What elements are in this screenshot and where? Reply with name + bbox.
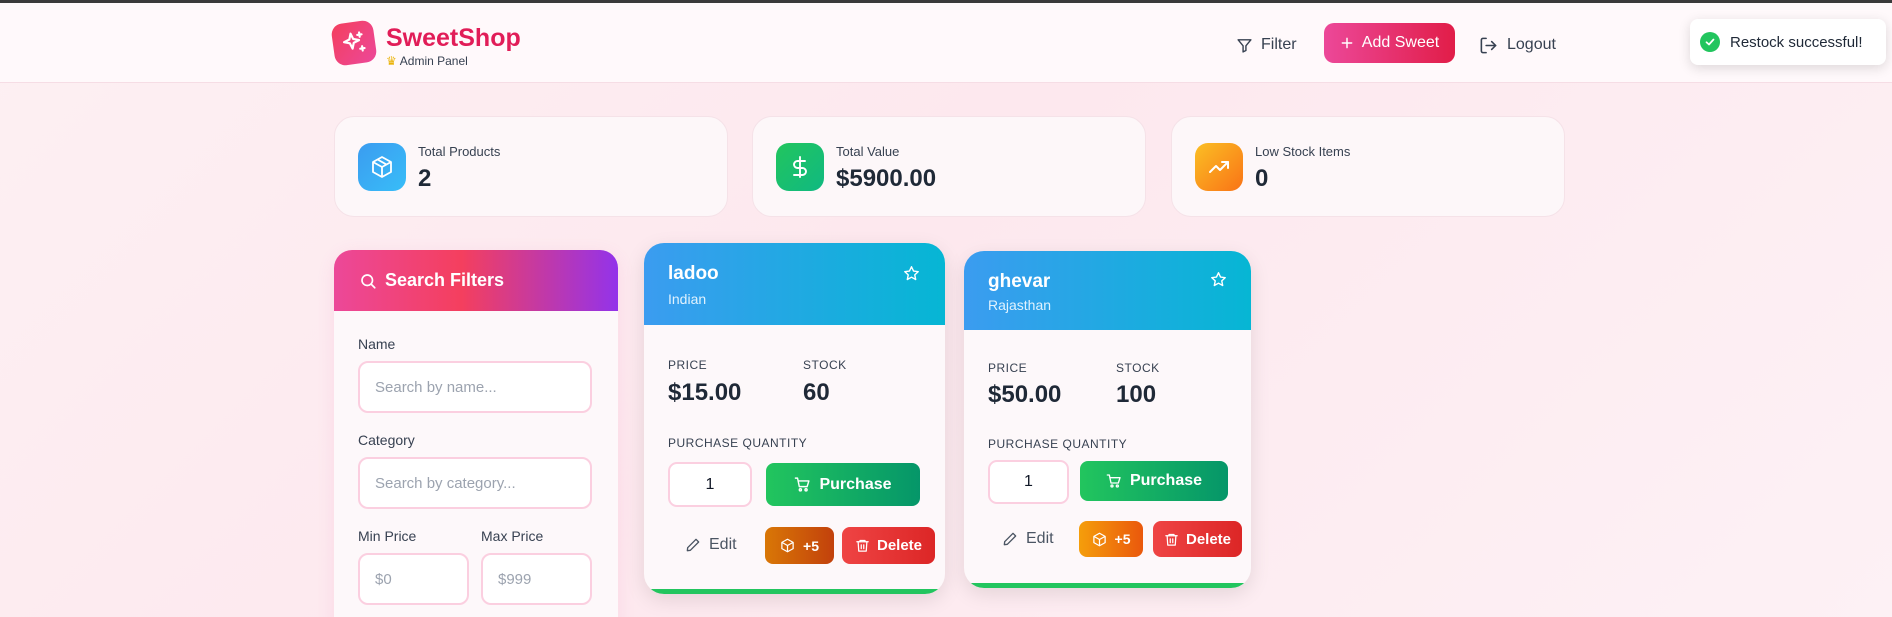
trash-icon [856, 539, 869, 552]
search-filters-panel: Search Filters Name Category Min Price M… [334, 250, 618, 617]
logout-button[interactable]: Logout [1479, 32, 1556, 58]
search-icon [361, 273, 376, 289]
category-search-input[interactable] [358, 457, 592, 509]
product-card: ghevar Rajasthan PRICE $50.00 STOCK 100 … [964, 251, 1251, 588]
stat-card-total-products: Total Products 2 [334, 116, 728, 217]
restock-button[interactable]: +5 [765, 527, 834, 564]
product-price: $15.00 [668, 379, 742, 406]
product-card-header: ghevar Rajasthan [964, 251, 1251, 330]
search-filters-title: Search Filters [385, 270, 505, 290]
toast-message: Restock successful! [1730, 33, 1863, 51]
purchase-label: Purchase [1129, 472, 1203, 489]
product-stock: 100 [1116, 381, 1157, 408]
filter-nav-button[interactable]: Filter [1236, 32, 1297, 58]
restock-label: +5 [803, 537, 819, 554]
delete-button[interactable]: Delete [842, 527, 935, 564]
stat-value: 2 [418, 165, 432, 192]
product-category: Rajasthan [988, 297, 1052, 313]
card-stock-bar [644, 589, 945, 594]
product-stock: 60 [803, 379, 830, 406]
category-filter-label: Category [358, 432, 415, 448]
product-name: ladoo [668, 263, 719, 284]
add-sweet-button[interactable]: Add Sweet [1324, 23, 1455, 63]
delete-button[interactable]: Delete [1153, 521, 1242, 557]
favorite-star-icon[interactable] [903, 265, 920, 282]
stat-label: Total Products [418, 144, 501, 159]
package-icon [1092, 532, 1106, 546]
stock-caption: STOCK [803, 358, 847, 372]
app-header: SweetShop ♛ Admin Panel Filter Add Sweet… [0, 3, 1892, 83]
restock-button[interactable]: +5 [1079, 521, 1143, 557]
crown-icon: ♛ [386, 54, 397, 68]
purchase-button[interactable]: Purchase [1080, 461, 1228, 501]
stat-value: $5900.00 [836, 165, 937, 192]
package-icon [781, 538, 794, 553]
brand-subtitle: ♛ Admin Panel [386, 54, 468, 68]
stat-value: 0 [1255, 165, 1269, 192]
add-sweet-label: Add Sweet [1361, 34, 1440, 51]
filter-nav-label: Filter [1261, 36, 1297, 53]
stat-card-total-value: Total Value $5900.00 [752, 116, 1146, 217]
trending-up-icon [1195, 143, 1243, 191]
pencil-icon [686, 538, 700, 552]
toast-notification: Restock successful! [1690, 19, 1886, 65]
search-filters-header: Search Filters [334, 250, 618, 311]
trash-icon [1165, 533, 1178, 546]
product-card: ladoo Indian PRICE $15.00 STOCK 60 PURCH… [644, 243, 945, 594]
quantity-input[interactable] [988, 460, 1069, 504]
max-price-input[interactable] [481, 553, 592, 605]
cube-icon [358, 143, 406, 191]
product-category: Indian [668, 291, 707, 307]
card-stock-bar [964, 583, 1251, 588]
stat-label: Low Stock Items [1255, 144, 1351, 159]
cart-icon [795, 477, 811, 492]
plus-icon [1341, 37, 1353, 49]
price-caption: PRICE [668, 358, 708, 372]
edit-label: Edit [1026, 530, 1054, 547]
stat-card-low-stock: Low Stock Items 0 [1171, 116, 1565, 217]
delete-label: Delete [876, 537, 923, 554]
cart-icon [1106, 474, 1121, 488]
product-name: ghevar [988, 271, 1051, 292]
edit-button[interactable]: Edit [1002, 530, 1054, 548]
admin-panel-label: Admin Panel [399, 54, 468, 68]
edit-button[interactable]: Edit [685, 536, 737, 554]
dollar-icon [776, 143, 824, 191]
min-price-input[interactable] [358, 553, 469, 605]
check-circle-icon [1700, 32, 1720, 52]
logout-icon [1480, 37, 1497, 53]
stock-caption: STOCK [1116, 361, 1160, 375]
logout-label: Logout [1507, 36, 1556, 53]
restock-label: +5 [1114, 531, 1131, 547]
quantity-input[interactable] [668, 462, 752, 507]
name-search-input[interactable] [358, 361, 592, 413]
purchase-button[interactable]: Purchase [766, 463, 920, 506]
purchase-label: Purchase [819, 475, 892, 493]
min-price-label: Min Price [358, 528, 417, 544]
product-card-header: ladoo Indian [644, 243, 945, 325]
max-price-label: Max Price [481, 528, 544, 544]
product-price: $50.00 [988, 381, 1062, 408]
brand-title: SweetShop [386, 24, 521, 52]
filter-icon [1237, 38, 1252, 53]
purchase-quantity-caption: PURCHASE QUANTITY [988, 437, 1128, 451]
delete-label: Delete [1185, 530, 1232, 548]
name-filter-label: Name [358, 336, 396, 352]
favorite-star-icon[interactable] [1210, 271, 1227, 288]
edit-label: Edit [709, 536, 737, 553]
stat-label: Total Value [836, 144, 900, 159]
purchase-quantity-caption: PURCHASE QUANTITY [668, 436, 808, 450]
price-caption: PRICE [988, 361, 1028, 375]
sparkles-logo-icon[interactable] [330, 19, 378, 67]
pencil-icon [1003, 532, 1017, 546]
